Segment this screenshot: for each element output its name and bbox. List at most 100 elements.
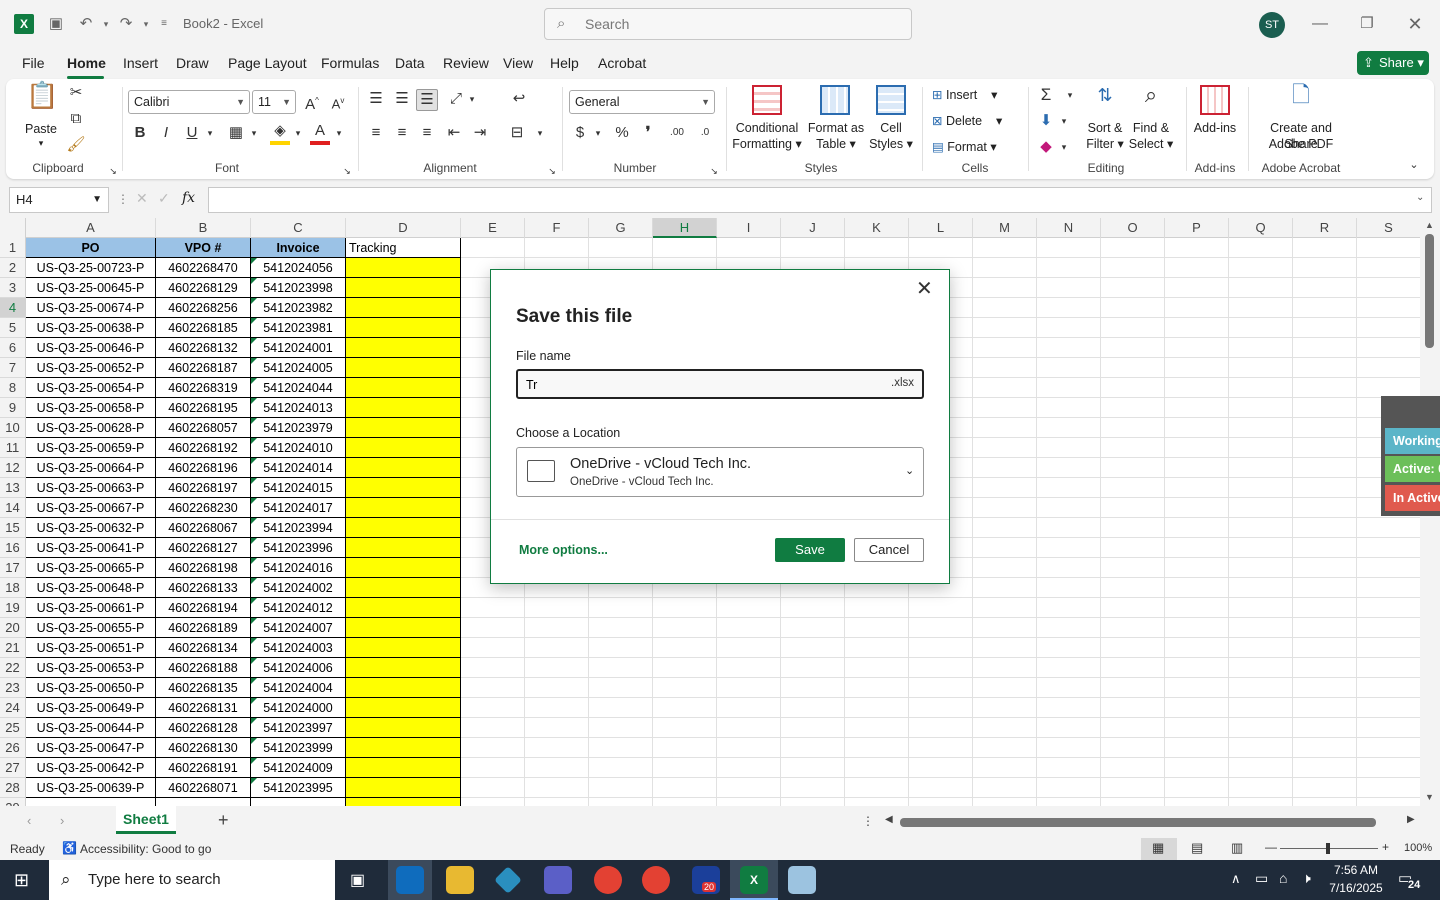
table-cell[interactable]: US-Q3-25-00642-P	[26, 758, 156, 778]
table-cell[interactable]: 5412024006	[251, 658, 346, 678]
avatar[interactable]: ST	[1259, 12, 1285, 38]
table-cell[interactable]: 4602268256	[156, 298, 251, 318]
decrease-indent-icon[interactable]: ⇤	[444, 123, 464, 143]
fill-dropdown-icon[interactable]: ▾	[292, 123, 304, 143]
column-header[interactable]: I	[717, 218, 781, 238]
windows-start-icon[interactable]: ⊞	[14, 870, 29, 891]
cancel-button[interactable]: Cancel	[854, 538, 924, 562]
table-cell[interactable]: 5412023996	[251, 538, 346, 558]
currency-dropdown-icon[interactable]: ▾	[592, 123, 604, 143]
table-cell[interactable]: 4602268196	[156, 458, 251, 478]
column-header[interactable]: G	[589, 218, 653, 238]
row-header[interactable]: 19	[0, 598, 26, 618]
table-cell[interactable]: 5412024009	[251, 758, 346, 778]
find-select-icon[interactable]: ⌕	[1136, 84, 1166, 115]
hscroll-right-icon[interactable]: ▶	[1407, 814, 1415, 825]
table-cell[interactable]: US-Q3-25-00649-P	[26, 698, 156, 718]
column-header[interactable]: E	[461, 218, 525, 238]
wrap-text-icon[interactable]: ↩	[508, 89, 530, 109]
table-cell[interactable]: US-Q3-25-00655-P	[26, 618, 156, 638]
table-cell[interactable]: 4602268057	[156, 418, 251, 438]
table-cell[interactable]: US-Q3-25-00667-P	[26, 498, 156, 518]
tracking-cell[interactable]	[346, 458, 461, 478]
decrease-decimal-icon[interactable]: .0	[694, 123, 716, 143]
format-cells-button[interactable]: ▤ Format ▾	[932, 139, 997, 155]
table-cell[interactable]: US-Q3-25-00652-P	[26, 358, 156, 378]
align-right-icon[interactable]: ≡	[417, 123, 437, 143]
borders-icon[interactable]: ▦	[226, 123, 246, 143]
table-cell[interactable]: US-Q3-25-00654-P	[26, 378, 156, 398]
table-cell[interactable]: US-Q3-25-00653-P	[26, 658, 156, 678]
insert-cells-button[interactable]: ⊞ Insert ▾	[932, 87, 997, 103]
row-header[interactable]: 9	[0, 398, 26, 418]
format-as-table-label-1[interactable]: Format as	[806, 120, 866, 136]
column-header[interactable]: O	[1101, 218, 1165, 238]
menu-home[interactable]: Home	[67, 55, 106, 71]
zoom-level[interactable]: 100%	[1404, 842, 1432, 854]
clear-dropdown-icon[interactable]: ▾	[1058, 137, 1070, 157]
column-header[interactable]: P	[1165, 218, 1229, 238]
prev-sheet-icon[interactable]: ‹	[27, 813, 31, 828]
row-header[interactable]: 27	[0, 758, 26, 778]
table-header-cell[interactable]: PO	[26, 238, 156, 258]
dialog-close-icon[interactable]: ✕	[916, 276, 933, 301]
table-cell[interactable]: 5412023982	[251, 298, 346, 318]
taskbar-search[interactable]: ⌕ Type here to search	[49, 860, 335, 900]
column-header[interactable]: J	[781, 218, 845, 238]
column-header[interactable]: K	[845, 218, 909, 238]
table-cell[interactable]: US-Q3-25-00650-P	[26, 678, 156, 698]
font-color-dropdown-icon[interactable]: ▾	[333, 123, 345, 143]
table-cell[interactable]: 5412024016	[251, 558, 346, 578]
row-header[interactable]: 6	[0, 338, 26, 358]
table-cell[interactable]	[156, 798, 251, 806]
table-cell[interactable]: 4602268230	[156, 498, 251, 518]
row-header[interactable]: 8	[0, 378, 26, 398]
tracking-cell[interactable]	[346, 738, 461, 758]
number-format-combo[interactable]: General ▼	[569, 90, 715, 114]
sort-filter-label-1[interactable]: Sort &	[1082, 120, 1128, 136]
maximize-icon[interactable]: ❐	[1357, 14, 1377, 34]
table-cell[interactable]: 5412024003	[251, 638, 346, 658]
scrollbar-thumb[interactable]	[1425, 234, 1434, 348]
tracking-cell[interactable]	[346, 638, 461, 658]
formula-input[interactable]	[208, 187, 1432, 213]
minimize-icon[interactable]: —	[1310, 14, 1330, 34]
table-cell[interactable]: 5412024012	[251, 598, 346, 618]
table-cell[interactable]: 5412024005	[251, 358, 346, 378]
table-cell[interactable]: 4602268129	[156, 278, 251, 298]
row-header[interactable]: 18	[0, 578, 26, 598]
tracking-cell[interactable]	[346, 498, 461, 518]
table-cell[interactable]	[346, 798, 461, 806]
widget-inactive[interactable]: In Active	[1385, 485, 1440, 511]
zoom-slider-thumb[interactable]	[1326, 843, 1330, 854]
table-cell[interactable]: 4602268185	[156, 318, 251, 338]
table-cell[interactable]: US-Q3-25-00646-P	[26, 338, 156, 358]
add-sheet-icon[interactable]: +	[218, 810, 229, 831]
table-cell[interactable]: 4602268470	[156, 258, 251, 278]
wifi-icon[interactable]: ⌂	[1279, 870, 1287, 886]
page-break-view-icon[interactable]: ▥	[1231, 840, 1243, 856]
percent-icon[interactable]: %	[612, 123, 632, 143]
table-cell[interactable]: 4602268189	[156, 618, 251, 638]
column-header[interactable]: R	[1293, 218, 1357, 238]
tracking-cell[interactable]	[346, 378, 461, 398]
font-size-combo[interactable]: 11 ▼	[252, 90, 296, 114]
borders-dropdown-icon[interactable]: ▾	[248, 123, 260, 143]
scroll-up-icon[interactable]: ▲	[1425, 220, 1434, 230]
tracking-cell[interactable]	[346, 278, 461, 298]
table-cell[interactable]: 5412024017	[251, 498, 346, 518]
more-options-link[interactable]: More options...	[519, 543, 608, 557]
row-header[interactable]: 10	[0, 418, 26, 438]
undo-icon[interactable]: ↶	[76, 14, 96, 34]
insert-function-icon[interactable]: fx	[182, 190, 195, 206]
clock-time[interactable]: 7:56 AM	[1328, 863, 1384, 877]
table-cell[interactable]: 5412023999	[251, 738, 346, 758]
volume-icon[interactable]: 🕨	[1302, 870, 1311, 887]
tracking-cell[interactable]	[346, 518, 461, 538]
table-cell[interactable]: 5412024001	[251, 338, 346, 358]
table-cell[interactable]: US-Q3-25-00659-P	[26, 438, 156, 458]
widget-active[interactable]: Active: 0	[1385, 456, 1440, 482]
tracking-cell[interactable]	[346, 358, 461, 378]
merge-center-icon[interactable]: ⊟	[506, 123, 528, 143]
fill-down-icon[interactable]: ⬇	[1036, 111, 1056, 131]
